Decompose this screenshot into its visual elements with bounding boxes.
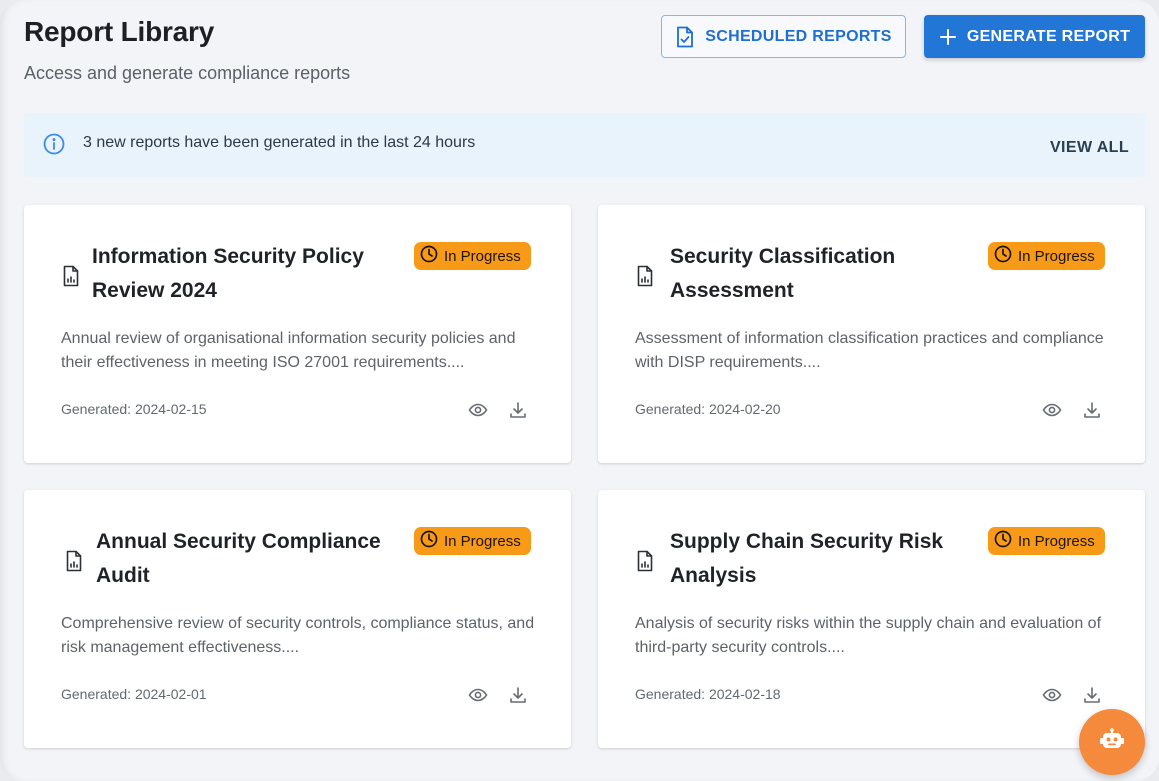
report-description: Comprehensive review of security control… xyxy=(61,615,535,656)
report-generated-date: Generated: 2024-02-18 xyxy=(635,686,781,702)
new-reports-alert: 3 new reports have been generated in the… xyxy=(24,113,1145,177)
status-badge: In Progress xyxy=(988,527,1105,555)
scheduled-reports-label: SCHEDULED REPORTS xyxy=(705,27,892,45)
report-card[interactable]: Annual Security Compliance Audit In Prog… xyxy=(24,490,571,748)
clock-icon xyxy=(420,530,438,552)
report-title: Annual Security Compliance Audit xyxy=(96,530,381,587)
view-report-eye-icon[interactable] xyxy=(468,400,488,420)
clock-icon xyxy=(994,245,1012,267)
robot-icon xyxy=(1099,727,1125,757)
view-report-eye-icon[interactable] xyxy=(468,685,488,705)
view-all-button[interactable]: VIEW ALL xyxy=(1050,139,1129,157)
download-report-icon[interactable] xyxy=(508,400,528,420)
app-frame: Report Library Access and generate compl… xyxy=(0,0,1159,781)
report-file-icon xyxy=(634,550,656,572)
report-file-icon xyxy=(634,265,656,287)
generate-report-label: GENERATE REPORT xyxy=(966,27,1131,45)
view-report-eye-icon[interactable] xyxy=(1042,400,1062,420)
download-report-icon[interactable] xyxy=(508,685,528,705)
report-description: Annual review of organisational informat… xyxy=(61,330,516,371)
page-subtitle: Access and generate compliance reports xyxy=(24,63,351,83)
report-generated-date: Generated: 2024-02-15 xyxy=(61,401,207,417)
download-report-icon[interactable] xyxy=(1082,685,1102,705)
scheduled-file-check-icon xyxy=(675,26,695,48)
status-badge: In Progress xyxy=(414,527,531,555)
status-label: In Progress xyxy=(444,247,521,265)
report-generated-date: Generated: 2024-02-01 xyxy=(61,686,207,702)
status-label: In Progress xyxy=(1018,532,1095,550)
report-description: Assessment of information classification… xyxy=(635,330,1104,371)
status-label: In Progress xyxy=(444,532,521,550)
generate-report-button[interactable]: GENERATE REPORT xyxy=(924,15,1145,58)
report-card[interactable]: Supply Chain Security Risk Analysis In P… xyxy=(598,490,1145,748)
report-description: Analysis of security risks within the su… xyxy=(635,615,1102,656)
report-file-icon xyxy=(60,265,82,287)
report-card[interactable]: Information Security Policy Review 2024 … xyxy=(24,205,571,463)
info-icon xyxy=(43,133,65,155)
report-title: Supply Chain Security Risk Analysis xyxy=(670,530,944,587)
report-card[interactable]: Security Classification Assessment In Pr… xyxy=(598,205,1145,463)
status-badge: In Progress xyxy=(414,242,531,270)
status-label: In Progress xyxy=(1018,247,1095,265)
download-report-icon[interactable] xyxy=(1082,400,1102,420)
scheduled-reports-button[interactable]: SCHEDULED REPORTS xyxy=(661,15,906,58)
clock-icon xyxy=(420,245,438,267)
plus-icon xyxy=(939,28,957,46)
clock-icon xyxy=(994,530,1012,552)
page-title: Report Library xyxy=(24,16,215,47)
view-report-eye-icon[interactable] xyxy=(1042,685,1062,705)
assistant-chat-button[interactable] xyxy=(1079,709,1145,775)
report-file-icon xyxy=(63,550,85,572)
report-generated-date: Generated: 2024-02-20 xyxy=(635,401,781,417)
report-title: Security Classification Assessment xyxy=(670,245,896,302)
status-badge: In Progress xyxy=(988,242,1105,270)
alert-message: 3 new reports have been generated in the… xyxy=(83,134,476,151)
report-title: Information Security Policy Review 2024 xyxy=(92,245,364,302)
